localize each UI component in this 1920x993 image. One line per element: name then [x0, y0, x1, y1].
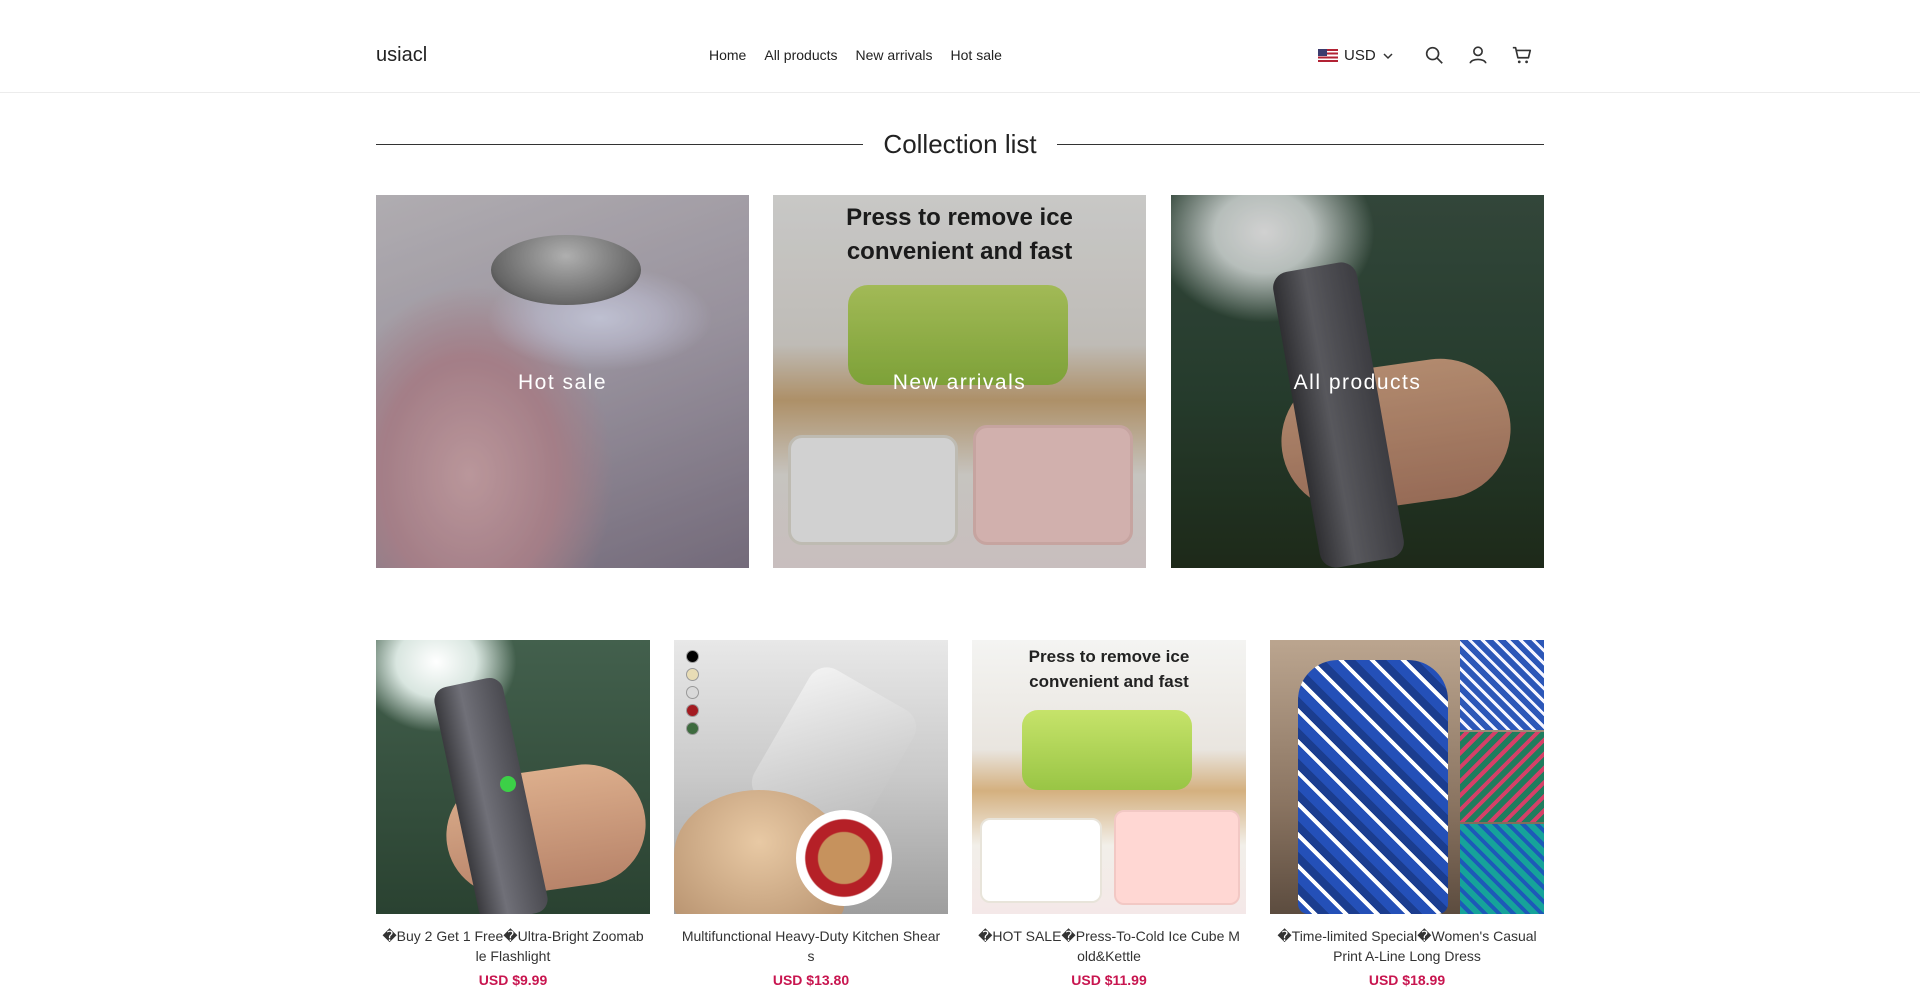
- heading-divider-right: [1056, 143, 1545, 145]
- product-image[interactable]: Press to remove ice convenient and fast: [972, 640, 1246, 914]
- collection-label: All products: [1293, 371, 1422, 394]
- store-logo[interactable]: usiacl: [376, 44, 427, 67]
- product-card[interactable]: Multifunctional Heavy-Duty Kitchen Shear…: [674, 640, 948, 988]
- product-image[interactable]: [674, 640, 948, 914]
- collection-card-hot-sale[interactable]: Hot sale: [376, 195, 749, 568]
- dress-variant-image: [1460, 640, 1544, 730]
- product-name[interactable]: Multifunctional Heavy-Duty Kitchen Shear…: [674, 926, 948, 966]
- product-image-caption: Press to remove ice convenient and fast: [972, 644, 1246, 694]
- dress-variant-image: [1460, 732, 1544, 822]
- color-swatch: [686, 650, 699, 663]
- collection-card-new-arrivals[interactable]: Press to remove ice convenient and fast …: [773, 195, 1146, 568]
- color-swatch: [686, 686, 699, 699]
- color-swatch: [686, 668, 699, 681]
- section-title: Collection list: [883, 128, 1037, 159]
- collection-list-heading: Collection list: [376, 124, 1545, 164]
- caption-line: convenient and fast: [1029, 672, 1189, 691]
- ice-box-image: [1022, 710, 1192, 790]
- nav-hot-sale[interactable]: Hot sale: [951, 47, 1002, 63]
- product-image[interactable]: [1270, 640, 1544, 914]
- product-name[interactable]: �HOT SALE�Press-To-Cold Ice Cube Mold&Ke…: [972, 926, 1246, 966]
- detail-zoom-image: [796, 810, 892, 906]
- main-nav: Home All products New arrivals Hot sale: [709, 47, 1002, 63]
- heading-divider-left: [376, 143, 864, 145]
- product-card[interactable]: �Time-limited Special�Women's Casual Pri…: [1270, 640, 1544, 988]
- search-icon[interactable]: [1423, 44, 1445, 66]
- nav-all-products[interactable]: All products: [764, 47, 837, 63]
- ice-tray-image: [980, 818, 1102, 903]
- collection-label: Hot sale: [517, 371, 608, 394]
- nav-home[interactable]: Home: [709, 47, 746, 63]
- product-card[interactable]: Press to remove ice convenient and fast …: [972, 640, 1246, 988]
- product-price: USD $9.99: [478, 972, 548, 988]
- collection-card-all-products[interactable]: All products: [1171, 195, 1544, 568]
- chevron-down-icon: [1383, 52, 1393, 59]
- power-led-icon: [500, 776, 516, 792]
- nav-new-arrivals[interactable]: New arrivals: [856, 47, 933, 63]
- dress-image: [1298, 660, 1448, 914]
- currency-selector[interactable]: USD: [1318, 47, 1394, 64]
- product-price: USD $18.99: [1368, 972, 1446, 988]
- product-name[interactable]: �Time-limited Special�Women's Casual Pri…: [1270, 926, 1544, 966]
- product-image[interactable]: [376, 640, 650, 914]
- product-name[interactable]: �Buy 2 Get 1 Free�Ultra-Bright Zoomable …: [376, 926, 650, 966]
- color-swatches: [686, 650, 699, 735]
- product-card[interactable]: �Buy 2 Get 1 Free�Ultra-Bright Zoomable …: [376, 640, 650, 988]
- account-icon[interactable]: [1467, 44, 1489, 66]
- ice-tray-image: [1114, 810, 1240, 905]
- product-price: USD $11.99: [1071, 972, 1147, 988]
- collection-label: New arrivals: [892, 371, 1027, 394]
- us-flag-icon: [1318, 49, 1338, 62]
- color-swatch: [686, 704, 699, 717]
- caption-line: Press to remove ice: [1028, 647, 1190, 666]
- color-swatch: [686, 722, 699, 735]
- site-header: usiacl Home All products New arrivals Ho…: [0, 0, 1920, 93]
- product-price: USD $13.80: [772, 972, 850, 988]
- currency-label: USD: [1344, 47, 1376, 64]
- cart-icon[interactable]: [1511, 44, 1533, 66]
- dress-variant-image: [1460, 824, 1544, 914]
